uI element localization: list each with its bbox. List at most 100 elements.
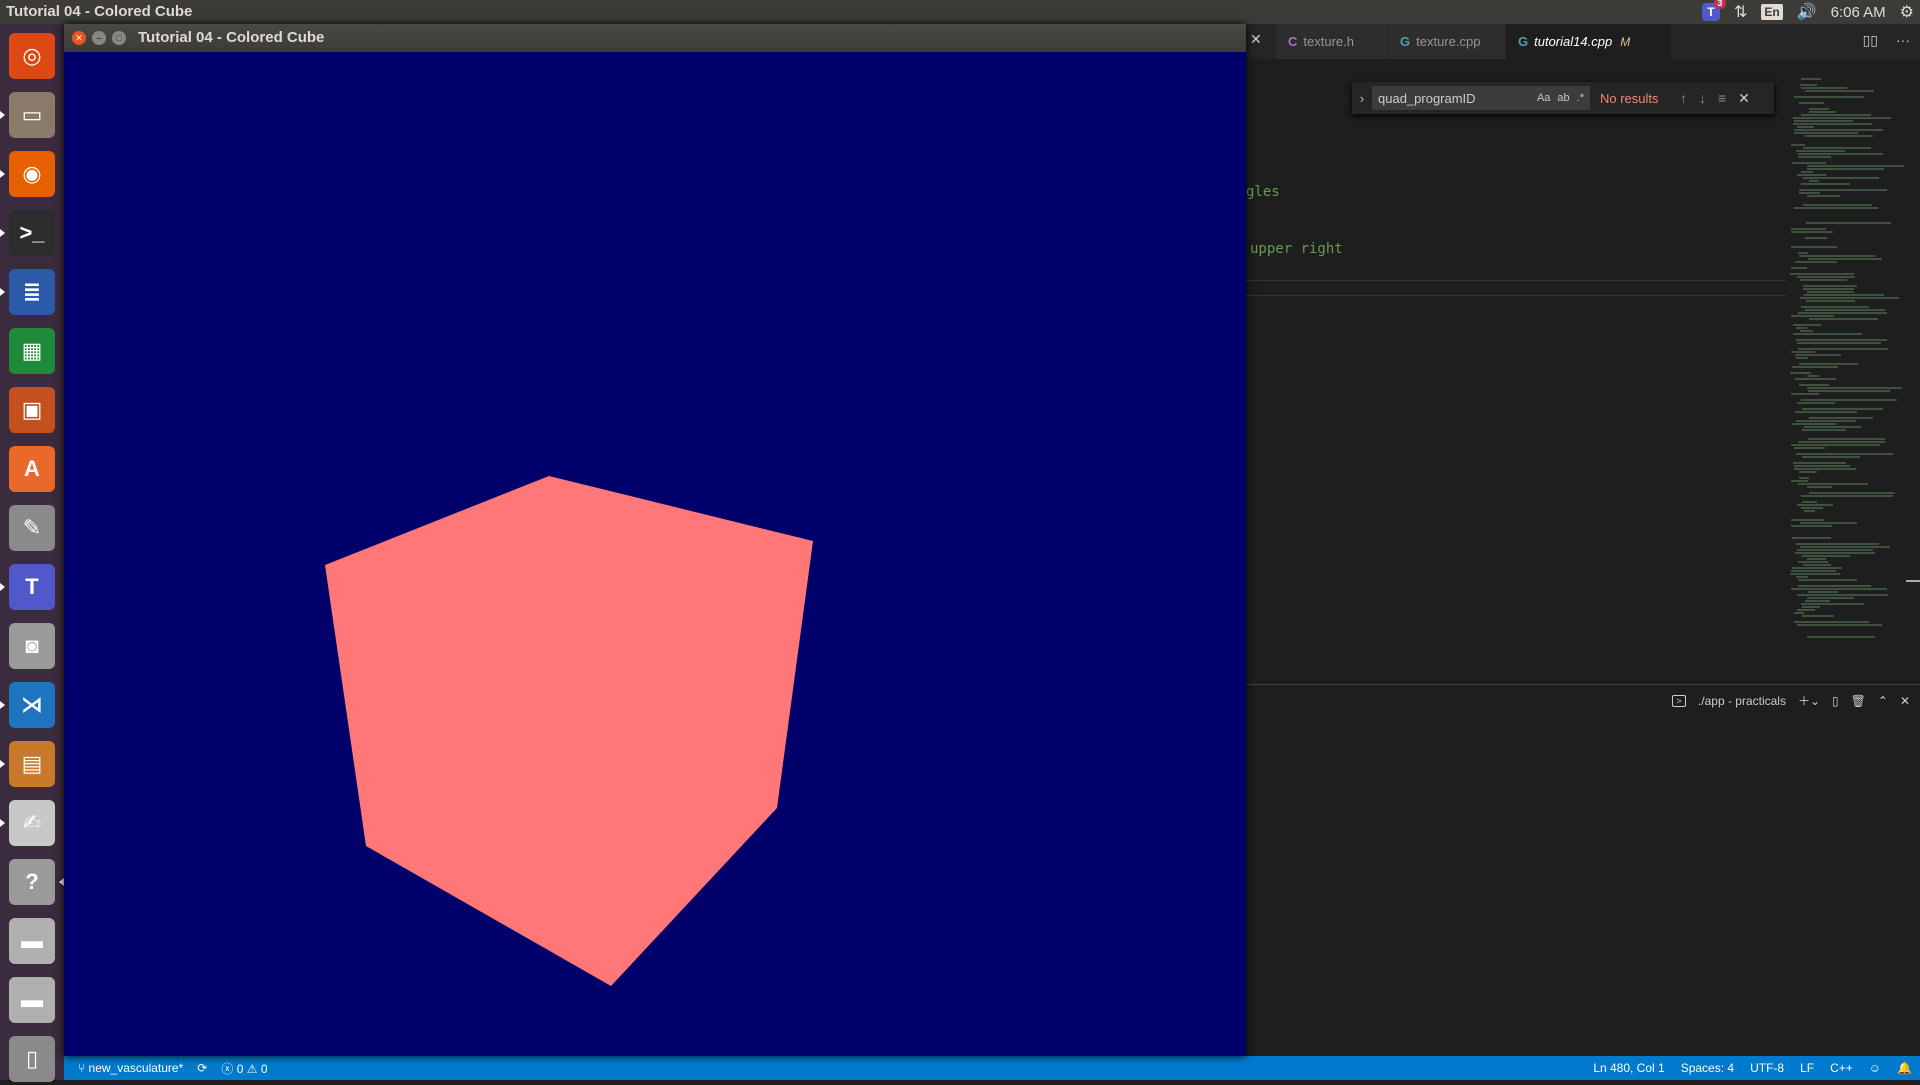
minimap-line	[1799, 102, 1824, 104]
maximize-panel-icon[interactable]: ⌃	[1878, 694, 1888, 708]
close-icon[interactable]: ✕	[1900, 694, 1910, 708]
launcher-system-settings[interactable]: ✎	[6, 502, 58, 554]
minimap-line	[1802, 606, 1820, 608]
minimap-line	[1795, 261, 1837, 263]
minimap-line	[1801, 183, 1850, 185]
clock[interactable]: 6:06 AM	[1831, 4, 1886, 21]
minimap-line	[1801, 78, 1821, 80]
minimap-line	[1791, 315, 1834, 317]
regex-toggle[interactable]: .*	[1577, 92, 1584, 104]
minimap-line	[1807, 387, 1902, 389]
minimize-window-button[interactable]: –	[92, 31, 106, 45]
volume-icon[interactable]: 🔊	[1797, 2, 1817, 22]
gear-icon[interactable]: ⚙	[1900, 2, 1914, 22]
close-window-button[interactable]: ✕	[72, 31, 86, 45]
launcher-firefox[interactable]: ◉	[0, 148, 58, 200]
render-canvas[interactable]	[64, 52, 1246, 1056]
minimap-line	[1799, 192, 1820, 194]
minimap-line	[1796, 327, 1807, 329]
minimap-line	[1803, 177, 1879, 179]
sync-icon[interactable]: ⟳	[197, 1061, 207, 1075]
trash-icon[interactable]: 🗑	[1851, 694, 1866, 708]
launcher-ubuntu-dash[interactable]: ◎	[6, 30, 58, 82]
match-case-toggle[interactable]: Aa	[1537, 92, 1550, 104]
warning-icon: ⚠	[246, 1061, 261, 1076]
minimap-line	[1808, 591, 1838, 593]
terminal-selector[interactable]: ./app - practicals	[1698, 694, 1786, 708]
minimap-line	[1794, 465, 1850, 467]
encoding[interactable]: UTF-8	[1750, 1061, 1784, 1075]
cpp-file-icon: G	[1518, 34, 1529, 49]
minimap-line	[1801, 603, 1864, 605]
screenshot-icon: ◙	[9, 623, 55, 669]
split-editor-icon[interactable]: ▯▯	[1863, 32, 1878, 49]
minimap-line	[1797, 549, 1873, 551]
whole-word-toggle[interactable]: ab	[1557, 92, 1569, 104]
minimap-line	[1797, 624, 1882, 626]
feedback-icon[interactable]: ☺	[1869, 1061, 1881, 1075]
minimap-line	[1807, 597, 1854, 599]
minimap-line	[1797, 504, 1833, 506]
find-input[interactable]: quad_programID Aa ab .*	[1372, 86, 1590, 110]
split-terminal-icon[interactable]: ▯	[1832, 694, 1839, 708]
launcher-libreoffice-impress[interactable]: ▣	[6, 384, 58, 436]
minimap-line	[1809, 108, 1829, 110]
minimap-line	[1800, 522, 1857, 524]
editor-actions: ▯▯ ···	[1863, 32, 1910, 49]
teams-tray-icon[interactable]: T3	[1701, 0, 1726, 21]
close-icon[interactable]: ✕	[1250, 31, 1262, 48]
minimap-line	[1802, 615, 1834, 617]
language-mode[interactable]: C++	[1830, 1061, 1853, 1075]
launcher-drive-1[interactable]: ▬	[6, 915, 58, 967]
toggle-replace-icon[interactable]: ›	[1352, 91, 1372, 106]
git-branch[interactable]: ⑂ new_vasculature*	[78, 1061, 183, 1075]
minimap-line	[1803, 285, 1857, 287]
launcher-teams[interactable]: T	[0, 561, 58, 613]
launcher-files[interactable]: ▭	[0, 89, 58, 141]
launcher-terminal[interactable]: >_	[0, 207, 58, 259]
window-titlebar[interactable]: ✕ – □ Tutorial 04 - Colored Cube	[64, 24, 1246, 52]
keyboard-layout-indicator[interactable]: En	[1761, 4, 1783, 20]
minimap-line	[1793, 324, 1821, 326]
tab-texture-cpp[interactable]: G texture.cpp	[1388, 24, 1506, 59]
minimap-line	[1790, 273, 1854, 275]
notifications-icon[interactable]: 🔔	[1897, 1061, 1912, 1075]
indentation[interactable]: Spaces: 4	[1681, 1061, 1734, 1075]
tab-texture-h[interactable]: C texture.h	[1276, 24, 1388, 59]
cursor-position[interactable]: Ln 480, Col 1	[1593, 1061, 1664, 1075]
launcher-archive-manager[interactable]: ▤	[0, 738, 58, 790]
launcher-vscode[interactable]: ⋊	[0, 679, 58, 731]
launcher-software-center[interactable]: A	[6, 443, 58, 495]
network-icon[interactable]: ⇅	[1734, 2, 1747, 22]
new-terminal-icon[interactable]: ＋⌄	[1798, 692, 1820, 709]
find-in-selection-icon[interactable]: ≡	[1718, 90, 1726, 107]
launcher-drive-2[interactable]: ▬	[6, 974, 58, 1026]
arrow-up-icon[interactable]: ↑	[1680, 90, 1687, 107]
minimap[interactable]	[1786, 78, 1906, 646]
minimap-line	[1796, 150, 1845, 152]
minimap-line	[1798, 156, 1831, 158]
launcher-text-editor[interactable]: ✍	[0, 797, 58, 849]
launcher-libreoffice-writer[interactable]: ≣	[0, 266, 58, 318]
tab-tutorial14-cpp[interactable]: G tutorial14.cpp M	[1506, 24, 1672, 59]
launcher-libreoffice-calc[interactable]: ▦	[6, 325, 58, 377]
more-actions-icon[interactable]: ···	[1896, 32, 1910, 49]
system-tray: T3 ⇅ En 🔊 6:06 AM ⚙	[1701, 0, 1914, 24]
problems-indicator[interactable]: ⓧ 0 ⚠ 0	[221, 1060, 267, 1077]
minimap-line	[1807, 636, 1875, 638]
minimap-line	[1791, 525, 1832, 527]
arrow-down-icon[interactable]: ↓	[1699, 90, 1706, 107]
launcher-trash[interactable]: ▯	[6, 1033, 58, 1085]
end-of-line[interactable]: LF	[1800, 1061, 1814, 1075]
launcher-help[interactable]: ?	[6, 856, 64, 908]
trash-icon: ▯	[9, 1036, 55, 1082]
minimap-line	[1798, 579, 1857, 581]
files-icon: ▭	[9, 92, 55, 138]
close-icon[interactable]: ✕	[1738, 90, 1750, 107]
scroll-slider[interactable]	[1906, 580, 1920, 582]
launcher-screenshot[interactable]: ◙	[6, 620, 58, 672]
maximize-window-button[interactable]: □	[112, 31, 126, 45]
minimap-line	[1807, 486, 1832, 488]
help-icon: ?	[9, 859, 55, 905]
panel-divider	[1246, 684, 1920, 685]
